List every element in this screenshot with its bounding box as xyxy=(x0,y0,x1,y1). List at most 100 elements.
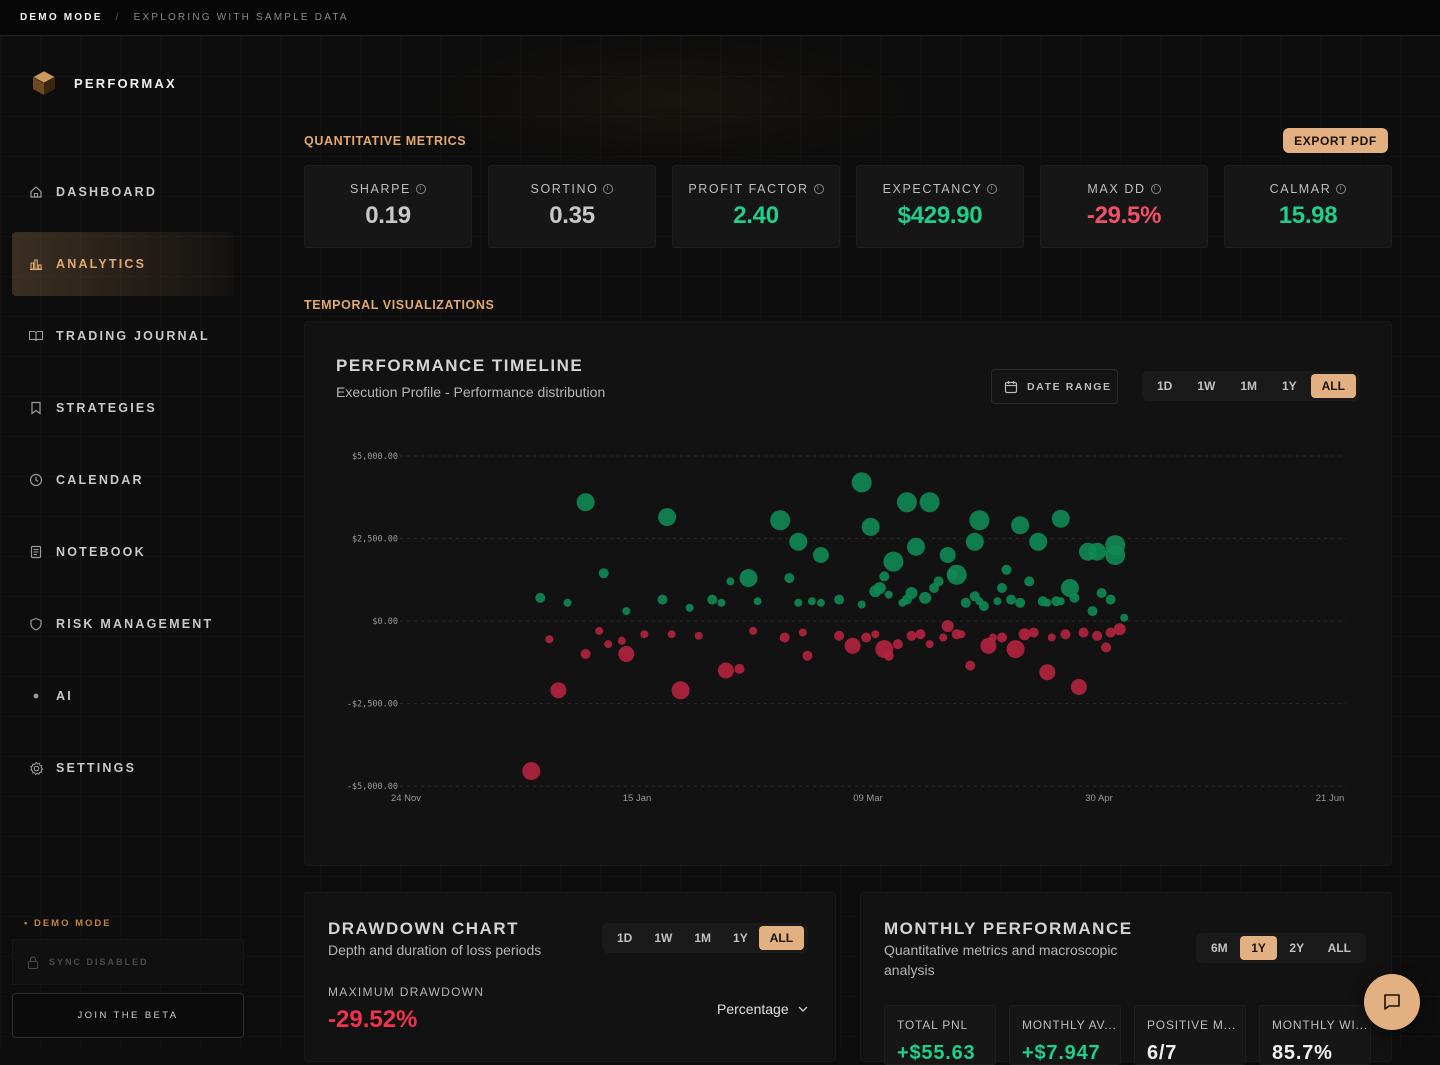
scatter-point-loss[interactable] xyxy=(1101,642,1112,653)
scatter-point-loss[interactable] xyxy=(906,630,917,641)
scatter-point-loss[interactable] xyxy=(580,649,591,659)
scatter-point-win[interactable] xyxy=(1043,598,1052,607)
chat-button[interactable] xyxy=(1364,974,1420,1030)
scatter-point-win[interactable] xyxy=(1024,576,1035,587)
scatter-point-win[interactable] xyxy=(1015,597,1026,608)
scatter-point-loss[interactable] xyxy=(604,640,613,649)
scatter-point-loss[interactable] xyxy=(717,662,734,679)
scatter-point-loss[interactable] xyxy=(1070,679,1087,695)
scatter-point-loss[interactable] xyxy=(802,650,813,661)
scatter-point-win[interactable] xyxy=(1051,509,1070,528)
scatter-point-win[interactable] xyxy=(884,590,893,599)
scatter-point-win[interactable] xyxy=(707,594,718,605)
drawdown-mode-select[interactable]: Percentage xyxy=(717,1001,808,1017)
scatter-point-loss[interactable] xyxy=(779,632,790,643)
sidebar-item-risk-management[interactable]: RISK MANAGEMENT xyxy=(12,592,234,656)
scatter-point-win[interactable] xyxy=(812,547,829,563)
scatter-point-win[interactable] xyxy=(834,594,845,605)
range-option-1m[interactable]: 1M xyxy=(1229,374,1268,398)
scatter-point-win[interactable] xyxy=(753,597,762,606)
range-option-1w[interactable]: 1W xyxy=(643,926,683,950)
scatter-point-loss[interactable] xyxy=(694,631,703,640)
scatter-point-win[interactable] xyxy=(535,592,546,603)
scatter-point-win[interactable] xyxy=(726,577,735,586)
scatter-point-win[interactable] xyxy=(563,598,572,607)
scatter-point-loss[interactable] xyxy=(671,681,690,700)
range-option-1y[interactable]: 1Y xyxy=(1271,374,1308,398)
scatter-point-win[interactable] xyxy=(622,607,631,616)
scatter-point-loss[interactable] xyxy=(925,640,934,649)
info-icon[interactable]: i xyxy=(1150,184,1161,194)
scatter-point-win[interactable] xyxy=(939,547,956,563)
info-icon[interactable]: i xyxy=(813,184,824,194)
scatter-point-win[interactable] xyxy=(576,493,595,512)
scatter-point-loss[interactable] xyxy=(939,633,948,642)
sidebar-item-dashboard[interactable]: DASHBOARD xyxy=(12,160,234,224)
info-icon[interactable]: i xyxy=(1336,184,1347,194)
export-pdf-button[interactable]: EXPORT PDF xyxy=(1283,128,1388,153)
scatter-point-win[interactable] xyxy=(1029,532,1048,551)
scatter-point-win[interactable] xyxy=(685,603,694,612)
scatter-point-win[interactable] xyxy=(739,569,758,588)
info-icon[interactable]: i xyxy=(603,184,614,194)
scatter-point-win[interactable] xyxy=(907,537,925,556)
scatter-point-win[interactable] xyxy=(794,598,803,607)
scatter-point-win[interactable] xyxy=(1011,516,1030,535)
scatter-point-loss[interactable] xyxy=(595,626,604,635)
range-option-all[interactable]: ALL xyxy=(758,926,805,950)
scatter-point-loss[interactable] xyxy=(1047,633,1056,642)
sidebar-item-strategies[interactable]: STRATEGIES xyxy=(12,376,234,440)
scatter-point-win[interactable] xyxy=(598,568,609,579)
scatter-point-loss[interactable] xyxy=(883,650,894,661)
sidebar-item-notebook[interactable]: NOTEBOOK xyxy=(12,520,234,584)
scatter-point-loss[interactable] xyxy=(1006,640,1025,659)
scatter-point-win[interactable] xyxy=(857,600,866,609)
scatter-point-win[interactable] xyxy=(883,551,904,572)
scatter-point-loss[interactable] xyxy=(834,630,845,641)
scatter-point-win[interactable] xyxy=(1096,588,1107,598)
scatter-point-loss[interactable] xyxy=(861,632,872,643)
scatter-point-win[interactable] xyxy=(807,597,816,606)
scatter-point-loss[interactable] xyxy=(871,630,880,639)
brand[interactable]: PERFORMAX xyxy=(30,69,177,97)
scatter-point-win[interactable] xyxy=(658,508,677,527)
scatter-point-loss[interactable] xyxy=(1018,628,1031,641)
scatter-point-win[interactable] xyxy=(816,598,825,607)
scatter-point-win[interactable] xyxy=(905,587,918,599)
scatter-point-loss[interactable] xyxy=(844,637,861,654)
scatter-point-win[interactable] xyxy=(978,601,989,612)
scatter-point-win[interactable] xyxy=(770,510,791,531)
scatter-point-loss[interactable] xyxy=(640,630,649,639)
scatter-point-loss[interactable] xyxy=(1092,630,1103,641)
scatter-point-win[interactable] xyxy=(789,532,808,551)
scatter-point-loss[interactable] xyxy=(545,635,554,644)
scatter-point-win[interactable] xyxy=(1056,597,1065,606)
scatter-point-win[interactable] xyxy=(946,564,967,585)
scatter-point-loss[interactable] xyxy=(1028,627,1039,638)
date-range-button[interactable]: DATE RANGE xyxy=(991,369,1118,404)
scatter-point-win[interactable] xyxy=(1105,545,1126,565)
scatter-point-win[interactable] xyxy=(965,532,984,551)
scatter-point-loss[interactable] xyxy=(798,628,807,637)
info-icon[interactable]: i xyxy=(987,184,998,194)
scatter-point-win[interactable] xyxy=(1069,592,1080,603)
join-beta-button[interactable]: JOIN THE BETA xyxy=(12,993,244,1038)
scatter-point-win[interactable] xyxy=(919,591,932,604)
scatter-point-win[interactable] xyxy=(896,492,917,513)
scatter-point-loss[interactable] xyxy=(617,636,626,645)
scatter-point-win[interactable] xyxy=(1001,564,1012,575)
range-option-1y[interactable]: 1Y xyxy=(722,926,759,950)
sidebar-item-ai[interactable]: AI xyxy=(12,664,234,728)
scatter-point-win[interactable] xyxy=(717,598,726,607)
sidebar-item-settings[interactable]: SETTINGS xyxy=(12,736,234,800)
scatter-point-win[interactable] xyxy=(873,582,886,594)
range-option-all[interactable]: ALL xyxy=(1310,374,1356,398)
scatter-point-win[interactable] xyxy=(997,583,1007,593)
scatter-point-loss[interactable] xyxy=(988,633,997,642)
scatter-point-loss[interactable] xyxy=(997,632,1007,643)
scatter-point-win[interactable] xyxy=(1120,613,1129,622)
scatter-point-loss[interactable] xyxy=(915,629,926,640)
range-option-1w[interactable]: 1W xyxy=(1186,374,1226,398)
scatter-point-loss[interactable] xyxy=(1060,629,1071,640)
scatter-point-loss[interactable] xyxy=(749,626,758,635)
